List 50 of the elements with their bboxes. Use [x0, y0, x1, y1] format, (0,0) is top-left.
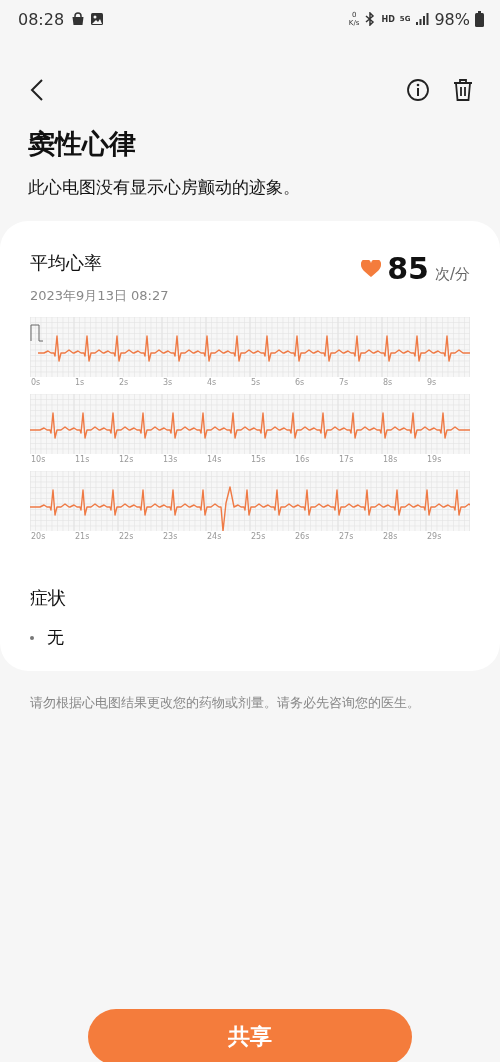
- heart-rate-unit: 次/分: [434, 265, 470, 284]
- clock: 08:28: [18, 9, 65, 29]
- time-tick-label: 13s: [162, 454, 179, 465]
- time-tick-label: 10s: [30, 454, 47, 465]
- time-tick-label: 8s: [382, 377, 394, 388]
- time-tick-label: 19s: [426, 454, 443, 465]
- symptom-item: 无: [47, 626, 64, 649]
- time-tick-label: 11s: [74, 454, 91, 465]
- time-tick-label: 4s: [206, 377, 218, 388]
- time-tick-label: 18s: [382, 454, 399, 465]
- disclaimer: 请勿根据心电图结果更改您的药物或剂量。请务必先咨询您的医生。: [30, 695, 421, 712]
- battery-level: 98%: [434, 9, 470, 29]
- time-tick-label: 2s: [118, 377, 130, 388]
- time-tick-label: 21s: [74, 531, 91, 542]
- time-tick-label: 9s: [426, 377, 438, 388]
- time-tick-label: 28s: [382, 531, 399, 542]
- time-tick-label: 1s: [74, 377, 86, 388]
- page-title: 窦性心律: [28, 127, 137, 161]
- time-tick-label: 7s: [338, 377, 350, 388]
- time-tick-label: 27s: [338, 531, 355, 542]
- signal-icon: [415, 13, 430, 25]
- time-tick-label: 26s: [294, 531, 311, 542]
- share-button[interactable]: 共享: [88, 1009, 412, 1062]
- time-tick-label: 14s: [206, 454, 223, 465]
- result-summary: 此心电图没有显示心房颤动的迹象。: [28, 176, 301, 199]
- time-tick-label: 25s: [250, 531, 267, 542]
- hd-indicator: HD: [381, 14, 395, 24]
- shopping-bag-icon: [71, 12, 86, 26]
- time-tick-label: 23s: [162, 531, 179, 542]
- bullet-icon: [30, 635, 34, 640]
- heart-icon: [361, 259, 382, 278]
- time-tick-label: 20s: [30, 531, 47, 542]
- image-icon: [90, 12, 105, 26]
- time-tick-label: 3s: [162, 377, 174, 388]
- time-tick-label: 22s: [118, 531, 135, 542]
- battery-icon: [475, 11, 484, 27]
- section-heading: 平均心率: [30, 251, 103, 275]
- bluetooth-icon: [364, 12, 377, 26]
- time-tick-label: 29s: [426, 531, 443, 542]
- time-tick-label: 6s: [294, 377, 306, 388]
- time-tick-label: 5s: [250, 377, 262, 388]
- time-tick-label: 24s: [206, 531, 223, 542]
- time-tick-label: 17s: [338, 454, 355, 465]
- time-tick-label: 0s: [30, 377, 42, 388]
- time-tick-label: 12s: [118, 454, 135, 465]
- time-tick-label: 15s: [250, 454, 267, 465]
- time-tick-label: 16s: [294, 454, 311, 465]
- section-heading: 症状: [30, 586, 67, 610]
- record-date: 2023年9月13日 08:27: [30, 287, 169, 305]
- heart-rate-value: 85: [387, 251, 429, 286]
